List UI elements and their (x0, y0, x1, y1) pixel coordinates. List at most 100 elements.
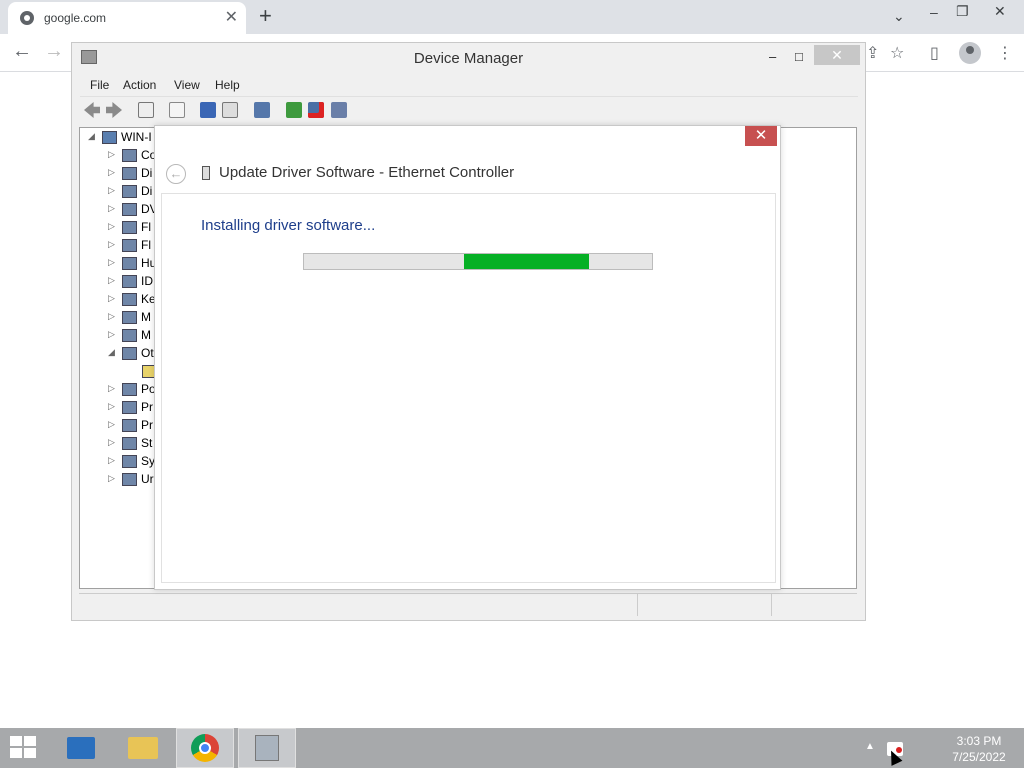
back-button[interactable]: ← (12, 40, 32, 63)
clock[interactable]: 3:03 PM 7/25/2022 (946, 733, 1012, 765)
menu-bar: File Action View Help (80, 75, 858, 97)
collapse-icon[interactable]: ◢ (108, 347, 115, 358)
installing-status-text: Installing driver software... (201, 217, 376, 234)
expand-icon[interactable]: ▷ (108, 455, 115, 466)
expand-icon[interactable]: ▷ (108, 419, 115, 430)
action-pane-icon[interactable] (222, 102, 238, 118)
device-manager-titlebar[interactable]: Device Manager – □ ✕ (72, 43, 865, 73)
expand-icon[interactable]: ▷ (108, 203, 115, 214)
menu-view[interactable]: View (174, 78, 200, 92)
dialog-title: Update Driver Software - Ethernet Contro… (219, 164, 515, 181)
expand-icon[interactable]: ▷ (108, 257, 115, 268)
menu-action[interactable]: Action (123, 78, 156, 92)
device-category-icon (122, 383, 137, 396)
expand-icon[interactable]: ▷ (108, 401, 115, 412)
collapse-icon[interactable]: ◢ (88, 131, 95, 142)
star-icon[interactable]: ☆ (890, 43, 904, 63)
tree-item-label: Ot (141, 346, 154, 360)
tree-item-label: Fl (141, 238, 151, 252)
taskbar-file-explorer[interactable] (114, 728, 172, 768)
dialog-back-button[interactable]: ← (166, 164, 186, 184)
tab-list-icon[interactable]: ⌄ (893, 8, 905, 25)
forward-button[interactable]: → (44, 40, 64, 63)
share-icon[interactable]: ⇪ (866, 43, 879, 63)
disable-device-icon[interactable] (331, 102, 347, 118)
device-category-icon (122, 293, 137, 306)
menu-help[interactable]: Help (215, 78, 240, 92)
maximize-button[interactable]: □ (795, 49, 803, 64)
status-separator (637, 594, 638, 616)
tree-item-label: M (141, 328, 151, 342)
window-title: Device Manager (413, 50, 524, 67)
back-arrow-icon[interactable] (84, 102, 100, 118)
windows-logo-icon (24, 736, 36, 746)
expand-icon[interactable]: ▷ (108, 149, 115, 160)
expand-icon[interactable]: ▷ (108, 221, 115, 232)
tree-item-label: Pr (141, 400, 153, 414)
browser-close-button[interactable]: ✕ (994, 3, 1006, 20)
device-category-icon (122, 221, 137, 234)
computer-icon (102, 131, 117, 144)
expand-icon[interactable]: ▷ (108, 167, 115, 178)
clock-date: 7/25/2022 (952, 750, 1006, 764)
update-driver-dialog: ✕ ← Update Driver Software - Ethernet Co… (154, 125, 781, 590)
device-category-icon (122, 203, 137, 216)
uninstall-device-icon[interactable] (308, 102, 324, 118)
expand-icon[interactable]: ▷ (108, 239, 115, 250)
update-driver-icon[interactable] (286, 102, 302, 118)
device-manager-icon (255, 735, 279, 761)
device-category-icon (122, 311, 137, 324)
device-category-icon (122, 419, 137, 432)
expand-icon[interactable]: ▷ (108, 275, 115, 286)
device-category-icon (122, 473, 137, 486)
profile-icon[interactable] (959, 42, 981, 64)
browser-minimize-button[interactable]: – (930, 4, 938, 20)
help-icon[interactable] (200, 102, 216, 118)
expand-icon[interactable]: ▷ (108, 383, 115, 394)
dialog-close-button[interactable]: ✕ (745, 126, 777, 146)
device-category-icon (122, 347, 137, 360)
device-category-icon (122, 239, 137, 252)
folder-icon (128, 737, 158, 759)
properties-icon[interactable] (169, 102, 185, 118)
menu-icon[interactable]: ⋮ (997, 43, 1013, 63)
side-panel-icon[interactable]: ▯ (930, 43, 939, 63)
expand-icon[interactable]: ▷ (108, 185, 115, 196)
taskbar-device-manager[interactable] (238, 728, 296, 768)
close-tab-icon[interactable]: ✕ (225, 7, 238, 27)
globe-icon (20, 11, 34, 25)
scan-hardware-icon[interactable] (254, 102, 270, 118)
tree-item-label: Fl (141, 220, 151, 234)
status-bar (79, 593, 857, 616)
show-hide-console-tree-icon[interactable] (138, 102, 154, 118)
taskbar-powershell[interactable] (52, 728, 110, 768)
device-category-icon (122, 275, 137, 288)
expand-icon[interactable]: ▷ (108, 329, 115, 340)
tree-item-label: Sy (141, 454, 156, 468)
expand-icon[interactable]: ▷ (108, 311, 115, 322)
tab-title: google.com (44, 11, 107, 25)
browser-restore-button[interactable]: ❐ (956, 3, 969, 20)
tree-item-label: Pr (141, 418, 153, 432)
expand-icon[interactable]: ▷ (108, 473, 115, 484)
show-hidden-icons-button[interactable]: ▲ (865, 741, 875, 752)
taskbar-chrome[interactable] (176, 728, 234, 768)
windows-logo-icon (10, 748, 22, 758)
device-category-icon (122, 329, 137, 342)
browser-tab[interactable]: google.com ✕ (8, 2, 246, 34)
dialog-body: Installing driver software... (161, 193, 776, 583)
expand-icon[interactable]: ▷ (108, 437, 115, 448)
start-button[interactable] (10, 736, 38, 760)
tree-item-label: Di (141, 184, 153, 198)
powershell-icon (67, 737, 95, 759)
device-category-icon (122, 455, 137, 468)
menu-file[interactable]: File (90, 78, 109, 92)
minimize-button[interactable]: – (769, 49, 776, 64)
screen: google.com ✕ + ⌄ – ❐ ✕ ← → ⇪ ☆ ▯ ⋮ Devic… (0, 0, 1024, 768)
forward-arrow-icon[interactable] (106, 102, 122, 118)
close-button[interactable]: ✕ (814, 45, 860, 65)
device-category-icon (122, 167, 137, 180)
new-tab-button[interactable]: + (259, 3, 272, 29)
expand-icon[interactable]: ▷ (108, 293, 115, 304)
windows-logo-icon (24, 748, 36, 758)
